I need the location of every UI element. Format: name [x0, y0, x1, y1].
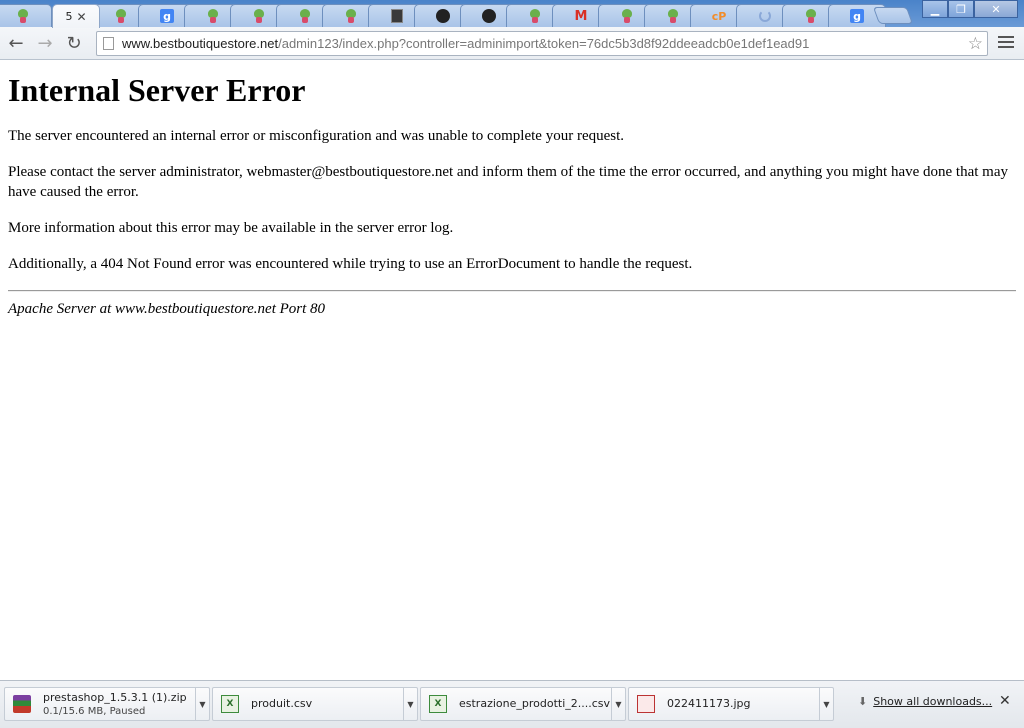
download-filename: prestashop_1.5.3.1 (1).zip	[43, 691, 187, 704]
excel-file-icon: X	[221, 695, 239, 713]
image-file-icon	[637, 695, 655, 713]
download-menu-icon[interactable]: ▼	[611, 688, 625, 720]
error-paragraph: The server encountered an internal error…	[8, 128, 625, 144]
error-paragraph: More information about this error may be…	[8, 220, 454, 236]
minimize-icon[interactable]: ▁	[922, 0, 948, 18]
leaf-favicon-icon	[620, 9, 634, 23]
restore-icon[interactable]: ❐	[948, 0, 974, 18]
cpanel-favicon-icon: cP	[711, 9, 727, 23]
download-filename: estrazione_prodotti_2....csv	[459, 697, 611, 710]
download-item[interactable]: X produit.csv ▼	[212, 687, 418, 721]
leaf-favicon-icon	[666, 9, 680, 23]
download-status: 0.1/15.6 MB, Paused	[43, 706, 146, 717]
url-text[interactable]: www.bestboutiquestore.net/admin123/index…	[122, 36, 809, 51]
download-menu-icon[interactable]: ▼	[195, 688, 209, 720]
download-filename: 022411173.jpg	[667, 697, 751, 710]
show-all-downloads-link[interactable]: ⬇ Show all downloads...	[858, 695, 992, 708]
leaf-favicon-icon	[252, 9, 266, 23]
download-filename: produit.csv	[251, 697, 313, 710]
download-item[interactable]: prestashop_1.5.3.1 (1).zip 0.1/15.6 MB, …	[4, 687, 210, 721]
browser-tab-active[interactable]: 5 ✕	[52, 4, 100, 28]
dark-favicon-icon	[390, 9, 404, 23]
github-favicon-icon	[482, 9, 496, 23]
leaf-favicon-icon	[804, 9, 818, 23]
leaf-favicon-icon	[206, 9, 220, 23]
divider	[8, 290, 1016, 292]
download-menu-icon[interactable]: ▼	[819, 688, 833, 720]
download-menu-icon[interactable]: ▼	[403, 688, 417, 720]
rar-archive-icon	[13, 695, 31, 713]
leaf-favicon-icon	[298, 9, 312, 23]
google-favicon-icon: g	[850, 9, 864, 23]
browser-toolbar: ← → ↻ www.bestboutiquestore.net/admin123…	[0, 27, 1024, 60]
github-favicon-icon	[436, 9, 450, 23]
url-path: /admin123/index.php?controller=adminimpo…	[278, 36, 810, 51]
browser-tab[interactable]	[0, 4, 52, 27]
leaf-favicon-icon	[114, 9, 128, 23]
loading-spinner-icon	[758, 9, 772, 23]
close-shelf-icon[interactable]: ✕	[999, 693, 1011, 709]
window-close-icon[interactable]: ✕	[974, 0, 1018, 18]
google-favicon-icon: g	[160, 9, 174, 23]
leaf-favicon-icon	[16, 9, 30, 23]
error-paragraph: Additionally, a 404 Not Found error was …	[8, 256, 693, 272]
download-item[interactable]: 022411173.jpg ▼	[628, 687, 834, 721]
url-host: www.bestboutiquestore.net	[122, 36, 279, 51]
forward-arrow-icon[interactable]: →	[35, 33, 55, 54]
reload-icon[interactable]: ↻	[64, 33, 84, 54]
download-arrow-icon: ⬇	[858, 695, 868, 708]
download-shelf: prestashop_1.5.3.1 (1).zip 0.1/15.6 MB, …	[0, 680, 1024, 728]
server-signature: Apache Server at www.bestboutiquestore.n…	[8, 301, 326, 317]
excel-file-icon: X	[429, 695, 447, 713]
tab-close-icon[interactable]: ✕	[76, 10, 86, 24]
tab-strip: 5 ✕ g M cP g ▁ ❐ ✕	[0, 0, 1024, 28]
tab-title: 5	[65, 10, 73, 23]
show-all-label: Show all downloads...	[873, 695, 993, 708]
leaf-favicon-icon	[344, 9, 358, 23]
window-controls: ▁ ❐ ✕	[922, 0, 1018, 18]
new-tab-button[interactable]	[872, 7, 914, 24]
leaf-favicon-icon	[528, 9, 542, 23]
back-arrow-icon[interactable]: ←	[6, 33, 26, 54]
gmail-favicon-icon: M	[574, 8, 588, 24]
address-bar[interactable]: www.bestboutiquestore.net/admin123/index…	[96, 31, 988, 56]
page-icon	[103, 37, 114, 50]
bookmark-star-icon[interactable]: ☆	[968, 34, 983, 54]
error-paragraph: Please contact the server administrator,…	[8, 164, 1008, 200]
download-item[interactable]: X estrazione_prodotti_2....csv ▼	[420, 687, 626, 721]
error-heading: Internal Server Error	[8, 72, 306, 108]
chrome-menu-icon[interactable]	[998, 36, 1014, 51]
page-content: Internal Server Error The server encount…	[8, 60, 1016, 318]
